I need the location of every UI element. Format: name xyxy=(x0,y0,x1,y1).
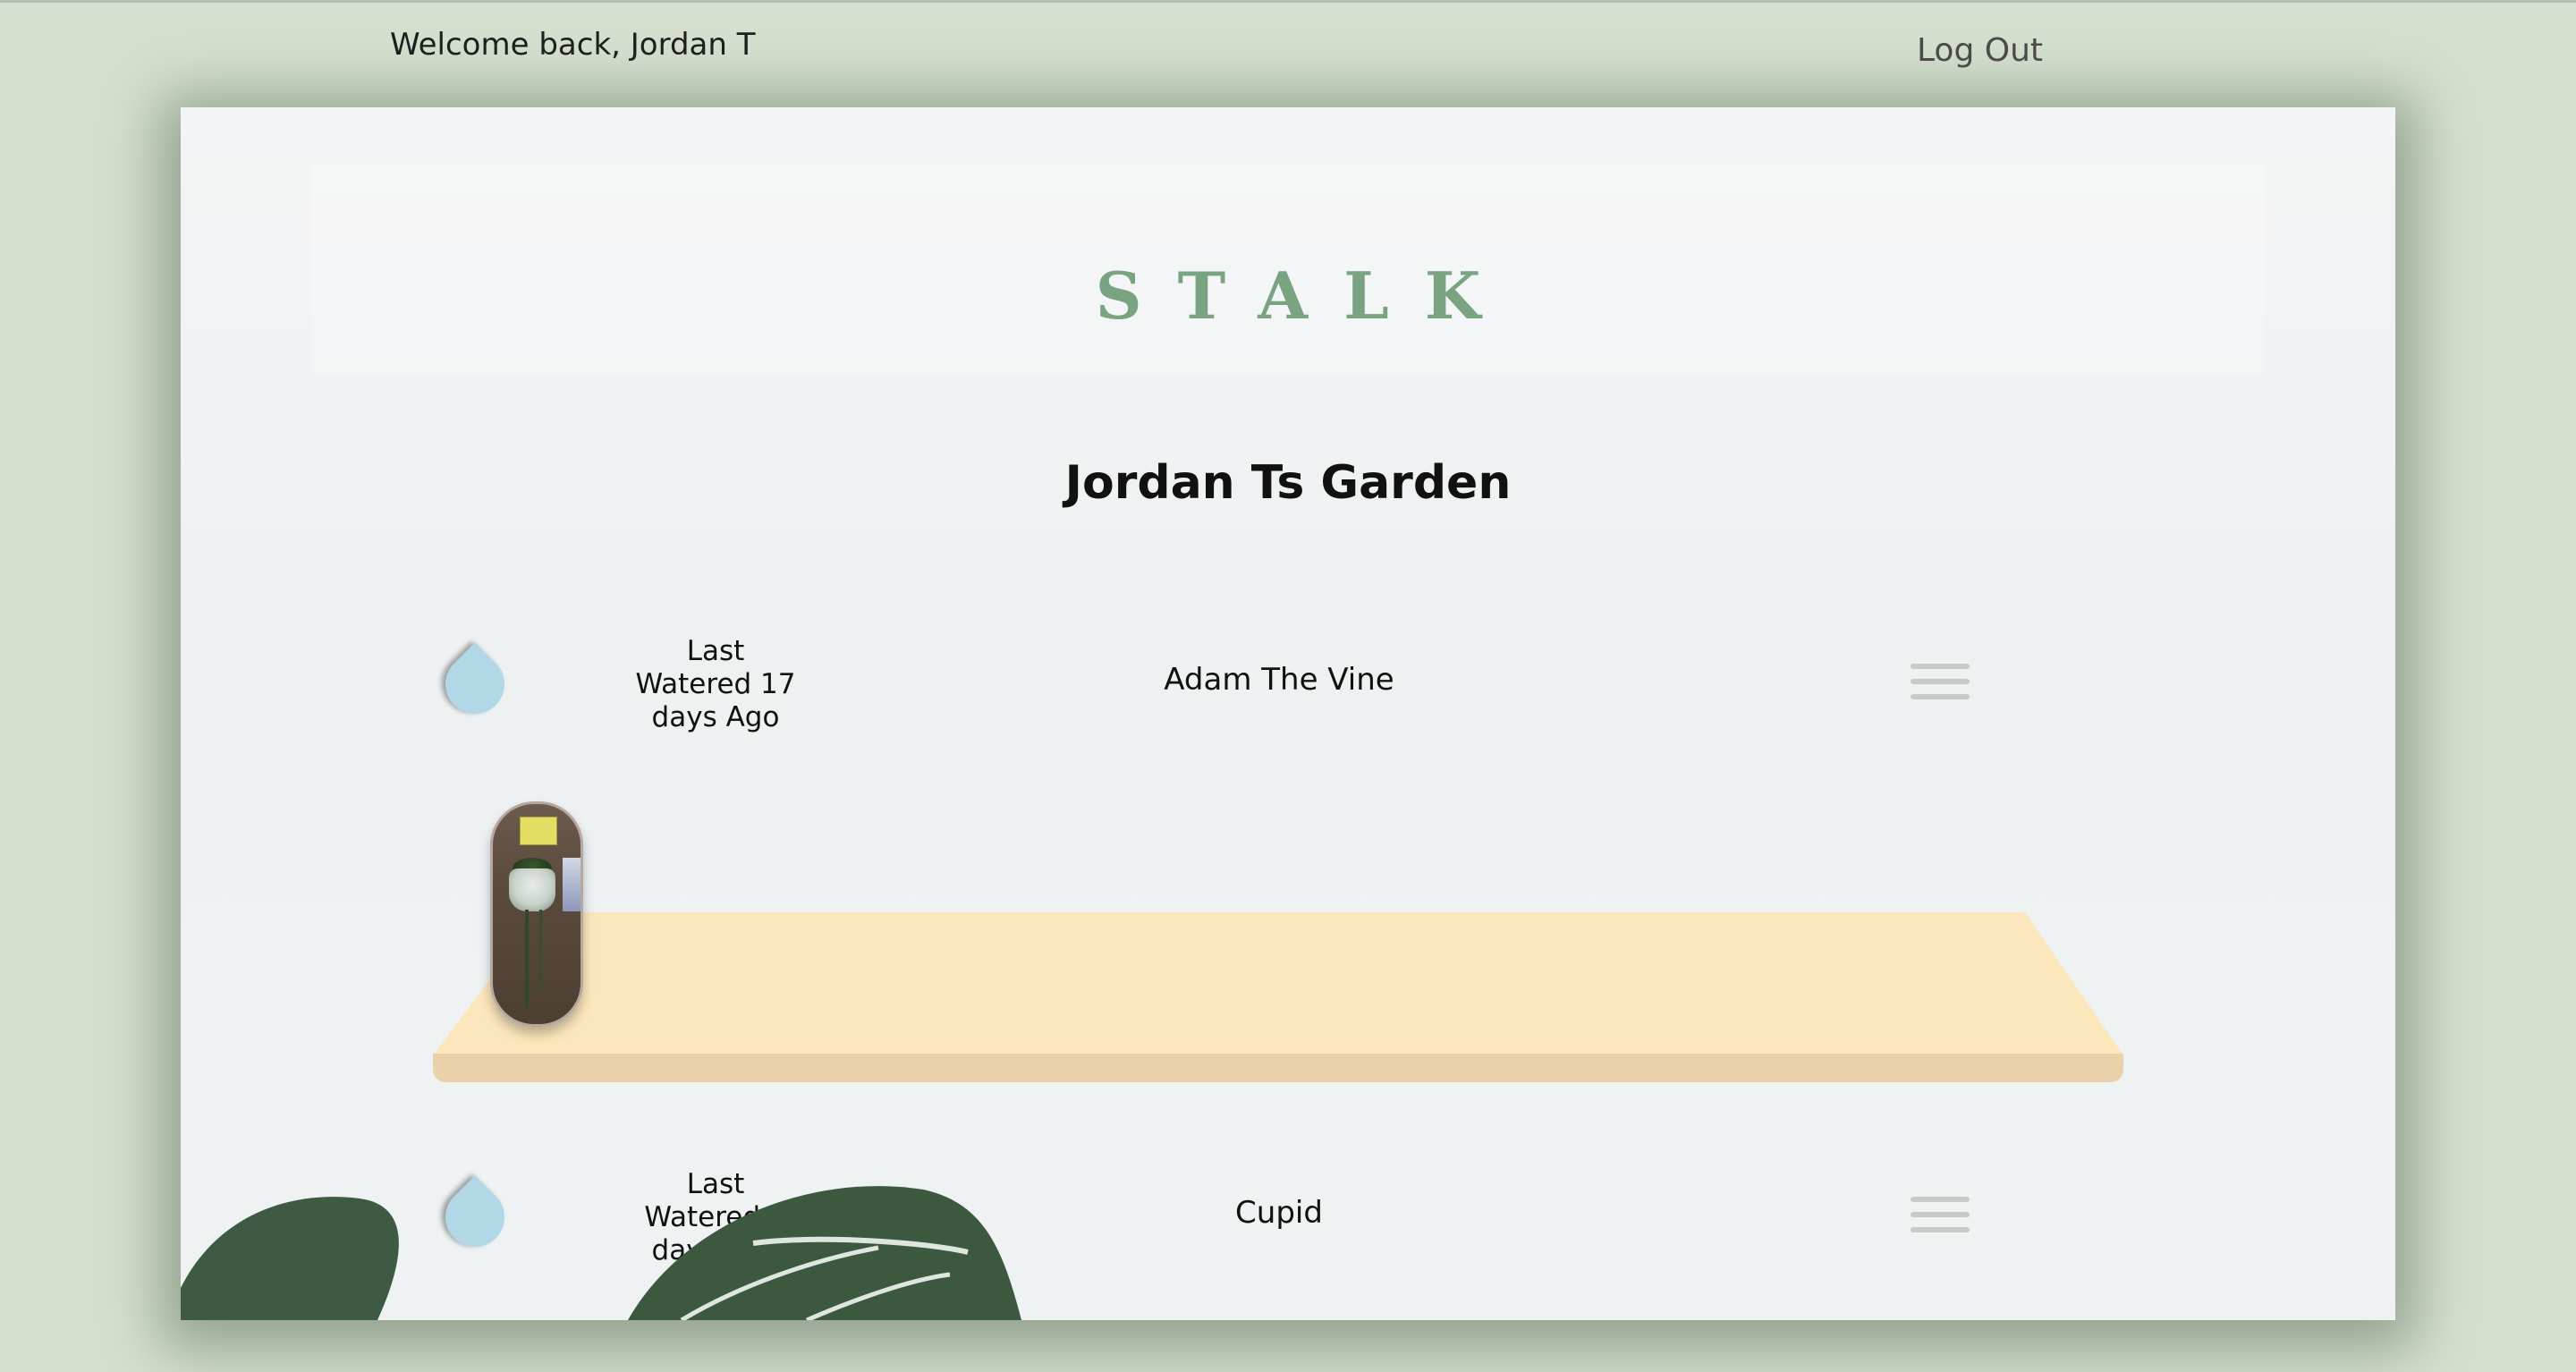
hamburger-menu-icon[interactable] xyxy=(1911,664,1970,707)
plant-photo-vine xyxy=(539,910,542,990)
shelf-edge xyxy=(433,1054,2123,1082)
plant-name[interactable]: Adam The Vine xyxy=(1011,662,1547,698)
last-watered-label: Last Watered 17 days Ago xyxy=(626,635,805,734)
water-drop-icon[interactable] xyxy=(433,642,517,726)
menu-bar xyxy=(1911,679,1970,684)
water-drop-icon[interactable] xyxy=(433,1175,517,1259)
menu-bar xyxy=(1911,1212,1970,1217)
last-watered-label: Last Watered 3 days Ago xyxy=(626,1168,805,1267)
plant-photo-sign xyxy=(520,817,557,845)
window-top-border xyxy=(0,0,2576,3)
last-watered-line: Last xyxy=(686,635,745,667)
last-watered-line: Last xyxy=(686,1168,745,1200)
menu-bar xyxy=(1911,664,1970,669)
plant-photo-pot xyxy=(509,868,555,911)
last-watered-line: Watered 3 xyxy=(644,1201,787,1233)
plant-name[interactable]: Cupid xyxy=(1011,1195,1547,1231)
last-watered-line: days Ago xyxy=(651,701,780,733)
garden-panel: STALK Jordan Ts Garden Last Watered 17 d… xyxy=(181,107,2395,1320)
plant-photo[interactable] xyxy=(490,801,583,1027)
leaf-vein xyxy=(806,1272,951,1320)
menu-bar xyxy=(1911,1197,1970,1202)
logout-button[interactable]: Log Out xyxy=(1917,32,2043,69)
menu-bar xyxy=(1911,694,1970,699)
hamburger-menu-icon[interactable] xyxy=(1911,1197,1970,1240)
plant-photo-background xyxy=(563,858,580,911)
menu-bar xyxy=(1911,1227,1970,1232)
shelf-surface xyxy=(433,912,2123,1055)
page-title: Jordan Ts Garden xyxy=(1064,456,1512,510)
last-watered-line: days Ago xyxy=(651,1234,780,1266)
leaf-shape xyxy=(181,1197,399,1320)
app-logo[interactable]: STALK xyxy=(181,258,2395,334)
last-watered-line: Watered 17 xyxy=(635,668,796,700)
welcome-message: Welcome back, Jordan T xyxy=(390,27,756,63)
plant-photo-vine xyxy=(525,910,529,1008)
